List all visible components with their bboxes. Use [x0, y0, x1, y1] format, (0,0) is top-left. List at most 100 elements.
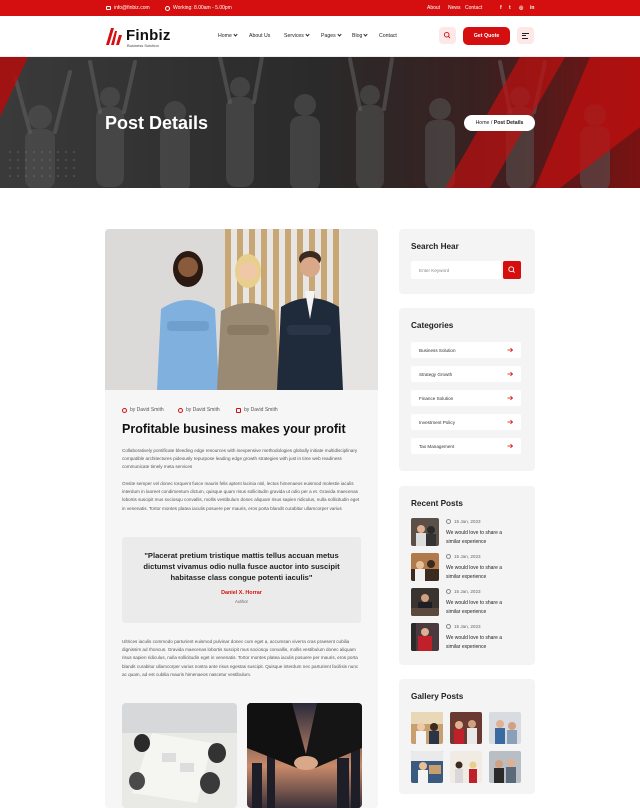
recent-post-title[interactable]: We would love to share a similar experie…	[446, 564, 516, 581]
gallery-thumbnail[interactable]	[411, 751, 443, 783]
category-label: Business Solution	[419, 347, 456, 353]
sidebar-search-widget: Search Hear Enter Keyword	[399, 229, 535, 294]
logo-name[interactable]: Finbiz	[126, 27, 171, 44]
date-text: 15 Jan, 2023	[454, 624, 481, 629]
topbar-link-about[interactable]: About	[427, 5, 440, 11]
main-header: Finbiz Business Solution Home About Us S…	[0, 16, 640, 57]
clock-icon	[446, 519, 451, 524]
logo-tagline: Business Solution	[127, 43, 159, 48]
clock-icon	[446, 554, 451, 559]
category-item[interactable]: Investment Policy	[411, 414, 521, 430]
category-item[interactable]: Tax Management	[411, 438, 521, 454]
clock-icon	[446, 589, 451, 594]
menu-line	[522, 37, 528, 39]
widget-title: Recent Posts	[411, 499, 463, 508]
page-hero: Post Details Home / Post Details	[0, 57, 640, 188]
instagram-icon[interactable]: ◎	[519, 5, 523, 11]
post-meta-item: by David Smith	[178, 407, 220, 413]
breadcrumb: Home / Post Details	[464, 115, 535, 131]
recent-post-title[interactable]: We would love to share a similar experie…	[446, 599, 516, 616]
email-contact[interactable]: info@finbiz.com	[106, 5, 150, 11]
menu-toggle-button[interactable]	[517, 27, 534, 44]
date-text: 15 Jan, 2023	[454, 589, 481, 594]
category-label: Finance Solution	[419, 395, 454, 401]
get-quote-button[interactable]: Get Quote	[463, 27, 510, 45]
twitter-icon[interactable]: t	[509, 5, 511, 11]
tag-icon	[236, 407, 241, 413]
category-item[interactable]: Strategy Growth	[411, 366, 521, 382]
recent-post-date: 15 Jan, 2023	[446, 624, 481, 629]
top-bar: info@finbiz.com Working: 8.00am - 5.00pm…	[0, 0, 640, 16]
email-text: info@finbiz.com	[114, 5, 150, 11]
quote-author-role: Author	[235, 599, 248, 604]
working-hours: Working: 8.00am - 5.00pm	[165, 5, 232, 11]
meta-text: by David Smith	[130, 407, 164, 413]
search-icon	[443, 31, 451, 39]
post-inline-image-handshake	[247, 703, 362, 808]
meta-text: by David Smith	[244, 407, 278, 413]
gallery-thumbnail[interactable]	[411, 712, 443, 744]
header-search-button[interactable]	[439, 27, 456, 44]
user-icon	[178, 407, 183, 413]
gallery-thumbnail[interactable]	[450, 712, 482, 744]
post-featured-image	[105, 229, 378, 390]
gallery-thumbnail[interactable]	[489, 751, 521, 783]
recent-post-thumbnail[interactable]	[411, 553, 439, 581]
date-text: 15 Jan, 2023	[454, 554, 481, 559]
quote-text: "Placerat pretium tristique mattis tellu…	[143, 551, 340, 582]
nav-item-about[interactable]: About Us	[249, 33, 270, 39]
arrow-right-icon	[507, 347, 513, 353]
clock-icon	[446, 624, 451, 629]
arrow-right-icon	[507, 371, 513, 377]
menu-line	[522, 35, 526, 37]
nav-item-pages[interactable]: Pages	[321, 32, 342, 39]
recent-post-date: 15 Jan, 2023	[446, 554, 481, 559]
gallery-thumbnail[interactable]	[450, 751, 482, 783]
date-text: 15 Jan, 2023	[454, 519, 481, 524]
nav-label: Blog	[352, 33, 363, 39]
recent-post-date: 15 Jan, 2023	[446, 589, 481, 594]
facebook-icon[interactable]: f	[500, 5, 502, 11]
recent-post-thumbnail[interactable]	[411, 588, 439, 616]
post-paragraph-3: Ultrices iaculis commodo parturient euis…	[122, 639, 359, 677]
mail-icon	[106, 6, 111, 10]
gallery-thumbnail[interactable]	[489, 712, 521, 744]
menu-line	[522, 33, 529, 34]
nav-item-contact[interactable]: Contact	[379, 33, 397, 39]
recent-post-thumbnail[interactable]	[411, 518, 439, 546]
breadcrumb-home[interactable]: Home	[476, 120, 490, 126]
post-paragraph-2: Onsite semper vel donec torquent fusce m…	[122, 481, 360, 511]
blockquote: "Placerat pretium tristique mattis tellu…	[122, 537, 361, 623]
sidebar-recent-posts-widget: Recent Posts 15 Jan, 2023 We would love …	[399, 486, 535, 665]
page-title: Post Details	[105, 113, 209, 133]
post-inline-image-meeting	[122, 703, 237, 808]
search-submit-button[interactable]	[503, 261, 521, 279]
topbar-link-contact[interactable]: Contact	[465, 5, 482, 11]
category-label: Tax Management	[419, 443, 455, 449]
hero-background-image	[0, 57, 640, 188]
logo-icon[interactable]	[106, 28, 122, 45]
chevron-down-icon	[337, 32, 342, 37]
post-card: by David Smith by David Smith by David S…	[105, 229, 378, 808]
topbar-link-news[interactable]: News	[448, 5, 461, 11]
quote-author: Daniel X. Horrar	[221, 590, 262, 596]
search-input[interactable]: Enter Keyword	[411, 261, 501, 279]
nav-item-home[interactable]: Home	[218, 32, 238, 39]
arrow-right-icon	[507, 395, 513, 401]
sidebar-gallery-widget: Gallery Posts	[399, 679, 535, 794]
category-item[interactable]: Business Solution	[411, 342, 521, 358]
linkedin-icon[interactable]: in	[530, 5, 534, 11]
chevron-down-icon	[233, 32, 238, 37]
recent-post-date: 15 Jan, 2023	[446, 519, 481, 524]
clock-icon	[165, 5, 170, 11]
nav-item-services[interactable]: Services	[284, 32, 310, 39]
recent-post-thumbnail[interactable]	[411, 623, 439, 651]
category-item[interactable]: Finance Solution	[411, 390, 521, 406]
post-meta-item: by David Smith	[122, 407, 164, 413]
recent-post-title[interactable]: We would love to share a similar experie…	[446, 529, 516, 546]
hours-text: Working: 8.00am - 5.00pm	[173, 5, 232, 11]
recent-post-title[interactable]: We would love to share a similar experie…	[446, 634, 516, 651]
nav-item-blog[interactable]: Blog	[352, 32, 369, 39]
nav-label: Home	[218, 33, 232, 39]
nav-label: Pages	[321, 33, 336, 39]
